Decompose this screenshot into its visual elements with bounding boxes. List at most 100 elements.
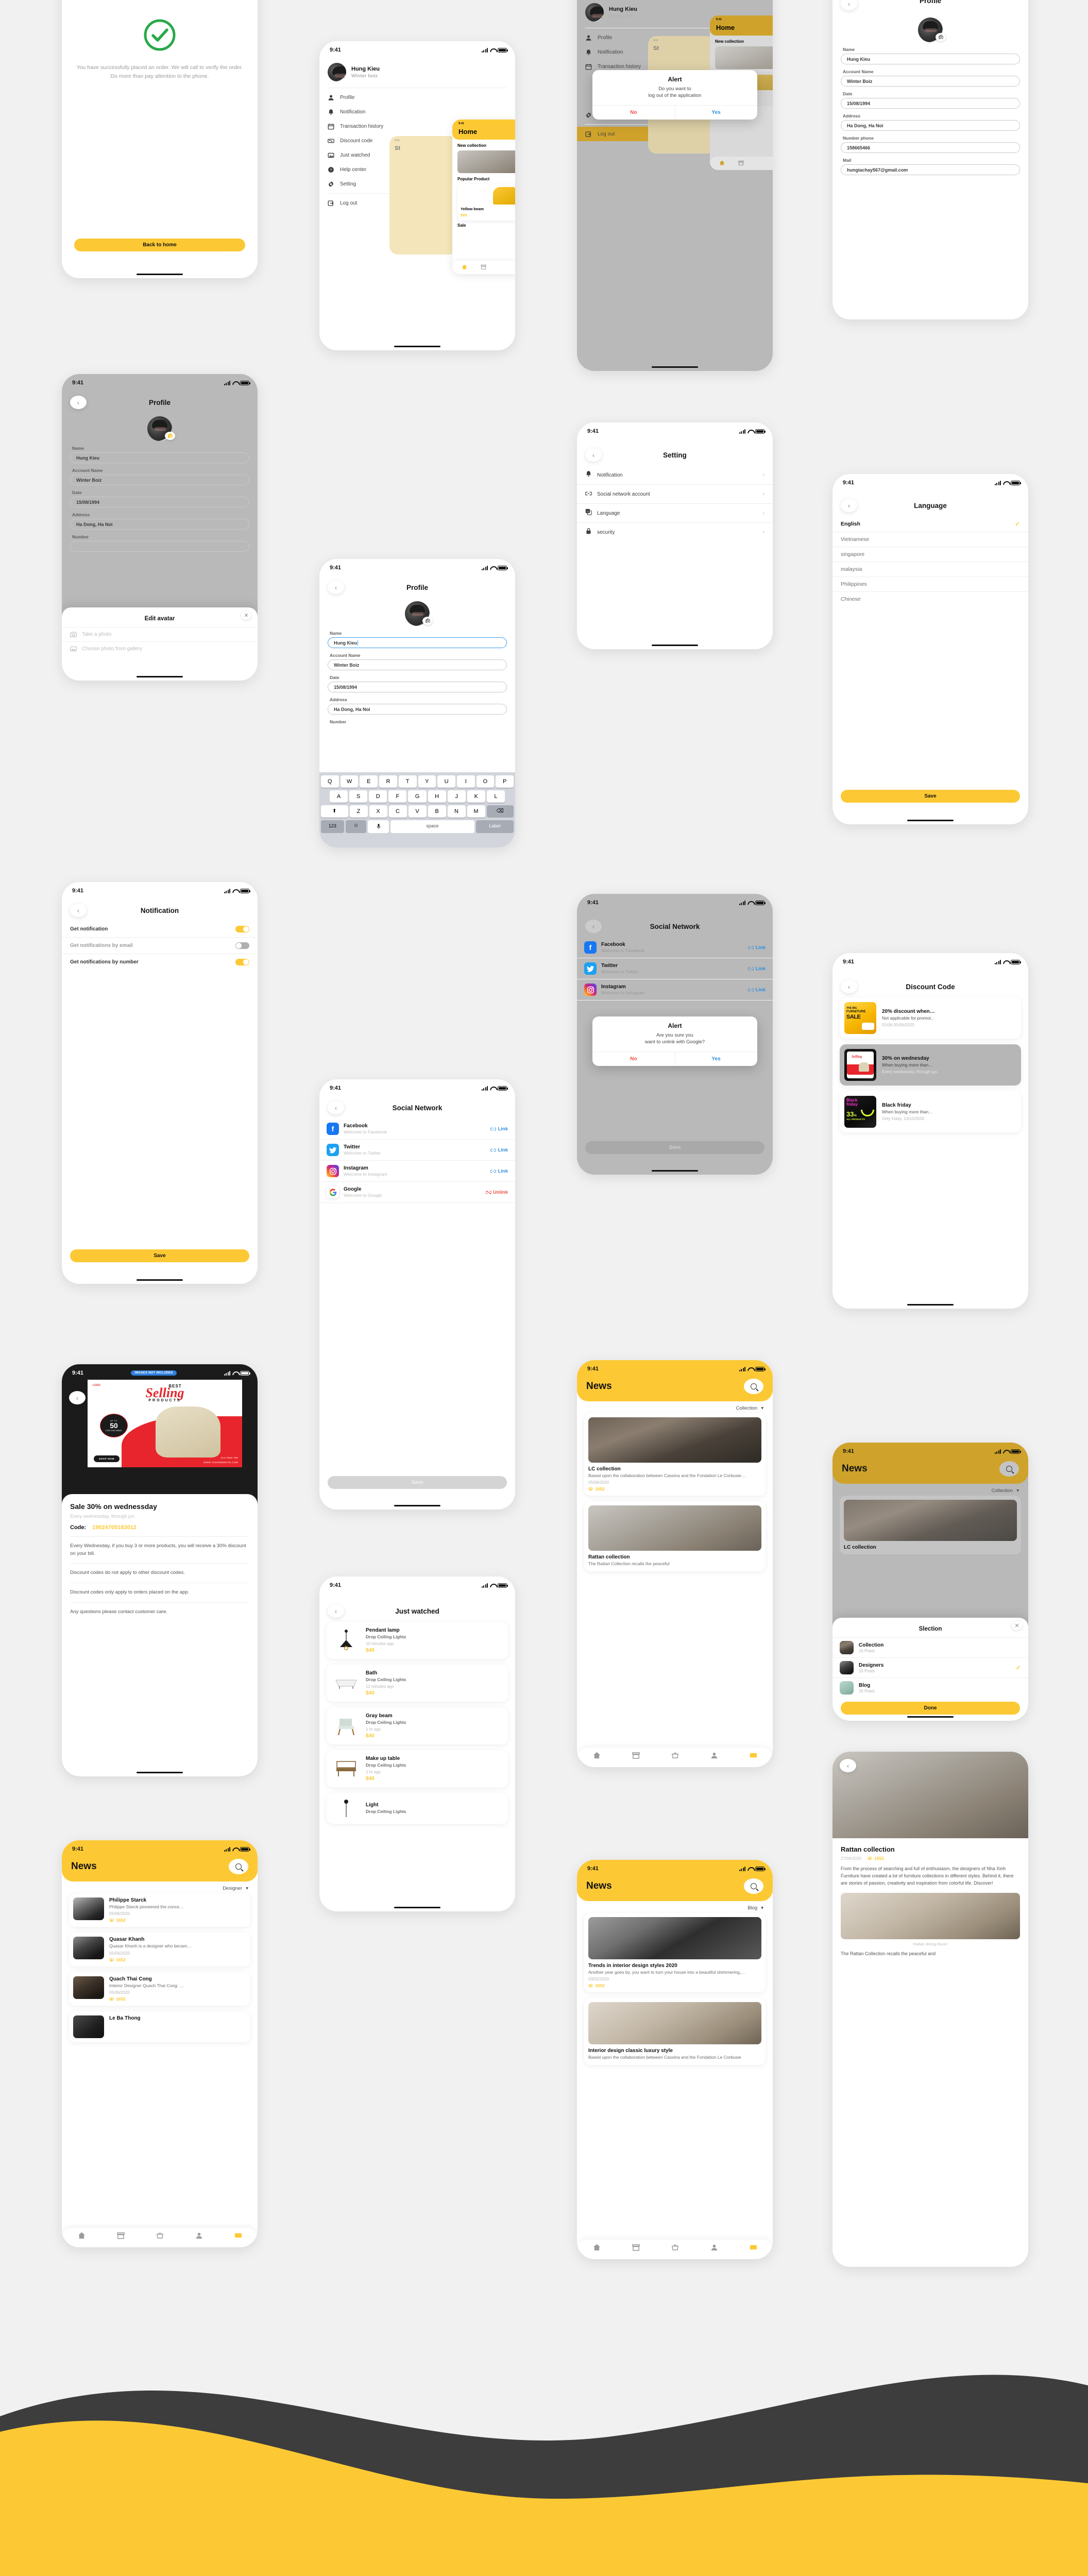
- watched-item[interactable]: Pendant lamp Drop Ceiling Lights 10 minu…: [327, 1622, 508, 1659]
- account-name-field[interactable]: Winter Boiz: [841, 76, 1020, 87]
- save-button[interactable]: Save: [328, 1476, 507, 1489]
- discount-card[interactable]: THE BIG FURNITURE SALE 20% discount when…: [840, 997, 1021, 1039]
- backspace-key[interactable]: ⌫: [486, 805, 514, 818]
- key-y[interactable]: Y: [418, 775, 436, 788]
- watched-item[interactable]: Gray beam Drop Ceiling Lights 1 hr ago $…: [327, 1707, 508, 1744]
- news-card[interactable]: Philippe Starck Philippe Starck pioneere…: [69, 1893, 250, 1927]
- key-o[interactable]: O: [476, 775, 495, 788]
- selection-item-blog[interactable]: Blog 15 Posts: [832, 1677, 1028, 1698]
- back-button[interactable]: ‹: [328, 1101, 344, 1114]
- social-row-instagram[interactable]: Instagram Welcome to Instagram Link: [577, 979, 773, 1001]
- news-card[interactable]: Trends in interior design styles 2020 An…: [584, 1913, 766, 1993]
- link-facebook-button[interactable]: Link: [490, 1126, 508, 1132]
- key-u[interactable]: U: [437, 775, 455, 788]
- change-avatar-button[interactable]: [165, 432, 175, 440]
- key-l[interactable]: L: [486, 790, 505, 803]
- news-card[interactable]: Quach Thai Cong Interior Designer Quach …: [69, 1972, 250, 2006]
- search-button[interactable]: [999, 1461, 1019, 1477]
- unlink-google-button[interactable]: Unlink: [485, 1190, 508, 1195]
- emoji-key[interactable]: ☺: [345, 820, 367, 833]
- account-name-field[interactable]: Winter Boiz: [70, 474, 249, 485]
- news-card[interactable]: LC collection: [840, 1496, 1021, 1554]
- filter-dropdown[interactable]: Collection ▾: [832, 1484, 1028, 1496]
- date-field[interactable]: 15/08/1994: [70, 497, 249, 507]
- save-button[interactable]: Save: [841, 790, 1020, 803]
- alert-no-button[interactable]: No: [592, 1052, 675, 1066]
- notification-row-email[interactable]: Get notifications by email: [62, 938, 258, 954]
- back-button[interactable]: ‹: [70, 396, 87, 409]
- language-item-english[interactable]: English ✓: [832, 516, 1028, 532]
- key-z[interactable]: Z: [349, 805, 368, 818]
- tab-profile[interactable]: [710, 1752, 718, 1759]
- watched-item[interactable]: Bath Drop Ceiling Lights 12 minutes ago …: [327, 1665, 508, 1702]
- back-button[interactable]: ‹: [585, 920, 602, 933]
- link-twitter-button[interactable]: Link: [748, 966, 766, 972]
- key-a[interactable]: A: [330, 790, 348, 803]
- key-d[interactable]: D: [369, 790, 387, 803]
- tab-news[interactable]: [750, 2244, 757, 2251]
- back-button[interactable]: ‹: [840, 1759, 856, 1772]
- notification-row-get[interactable]: Get notification: [62, 921, 258, 938]
- news-card[interactable]: Interior design classic luxury style Bas…: [584, 1998, 766, 2065]
- key-g[interactable]: G: [408, 790, 427, 803]
- tab-home[interactable]: [78, 2232, 86, 2239]
- language-item-singapore[interactable]: singapore: [832, 547, 1028, 562]
- save-button[interactable]: Save: [585, 1141, 764, 1154]
- address-field[interactable]: Ha Dong, Ha Noi: [841, 120, 1020, 131]
- mail-field[interactable]: hungiachay567@gmail.com: [841, 164, 1020, 175]
- news-card[interactable]: LC collection Based upon the collaborati…: [584, 1413, 766, 1496]
- name-field[interactable]: Hung Kieu: [70, 452, 249, 463]
- mic-key[interactable]: [368, 820, 389, 833]
- address-field[interactable]: Ha Dong, Ha Noi: [70, 519, 249, 530]
- back-button[interactable]: ‹: [328, 581, 344, 594]
- back-button[interactable]: ‹: [585, 448, 602, 462]
- save-button[interactable]: Save: [70, 1249, 249, 1262]
- setting-item-social-network[interactable]: Social network account ›: [577, 485, 773, 504]
- shift-key[interactable]: ⬆: [321, 805, 348, 818]
- filter-dropdown[interactable]: Blog ▾: [577, 1901, 773, 1913]
- discount-card[interactable]: Selling 30% on wednesday When buying mor…: [840, 1044, 1021, 1086]
- tab-profile[interactable]: [710, 2244, 718, 2251]
- news-card[interactable]: Le Ba Thong: [69, 2011, 250, 2043]
- language-item-chinese[interactable]: Chinese: [832, 592, 1028, 606]
- done-button[interactable]: Done: [841, 1702, 1020, 1715]
- date-field[interactable]: 15/08/1994: [841, 98, 1020, 109]
- language-item-philippines[interactable]: Philippines: [832, 577, 1028, 592]
- date-field[interactable]: 15/08/1994: [328, 682, 507, 692]
- link-facebook-button[interactable]: Link: [748, 945, 766, 951]
- notification-row-number[interactable]: Get notifications by number: [62, 954, 258, 970]
- menu-item-profile[interactable]: Profile: [319, 90, 515, 105]
- back-button[interactable]: ‹: [69, 1391, 86, 1404]
- news-card[interactable]: Quasar Khanh Quasar Khanh is a designer …: [69, 1933, 250, 1967]
- language-item-malaysia[interactable]: malaysia: [832, 562, 1028, 577]
- tab-cart[interactable]: [671, 1752, 679, 1759]
- search-button[interactable]: [744, 1878, 763, 1894]
- take-photo-option[interactable]: Take a photo: [62, 627, 258, 641]
- key-f[interactable]: F: [388, 790, 407, 803]
- key-p[interactable]: P: [496, 775, 514, 788]
- link-instagram-button[interactable]: Link: [490, 1168, 508, 1174]
- key-h[interactable]: H: [428, 790, 446, 803]
- alert-no-button[interactable]: No: [592, 105, 675, 120]
- setting-item-language[interactable]: A Language ›: [577, 504, 773, 523]
- selection-item-designers[interactable]: Designers 15 Posts ✓: [832, 1657, 1028, 1677]
- peek-tab-store[interactable]: [738, 159, 744, 168]
- link-twitter-button[interactable]: Link: [490, 1147, 508, 1153]
- key-c[interactable]: C: [388, 805, 407, 818]
- drawer-user-block[interactable]: Hung Kieu Winter boiz: [319, 57, 515, 86]
- social-row-facebook[interactable]: f Facebook Welcome to Facebook Link: [577, 937, 773, 958]
- setting-item-security[interactable]: security ›: [577, 523, 773, 541]
- toggle-number-notification[interactable]: [235, 959, 249, 965]
- key-m[interactable]: M: [467, 805, 485, 818]
- key-r[interactable]: R: [379, 775, 397, 788]
- back-button[interactable]: ‹: [841, 0, 857, 10]
- key-w[interactable]: W: [340, 775, 359, 788]
- space-key[interactable]: space: [390, 820, 474, 833]
- alert-yes-button[interactable]: Yes: [675, 106, 757, 120]
- alert-yes-button[interactable]: Yes: [675, 1052, 757, 1066]
- discount-card[interactable]: Black friday 33% ALL PRODUCTS Black frida…: [840, 1091, 1021, 1132]
- filter-dropdown[interactable]: Designer ▾: [62, 1882, 258, 1893]
- search-button[interactable]: [229, 1859, 248, 1874]
- social-row-instagram[interactable]: Instagram Welcome to Instagram Link: [319, 1161, 515, 1182]
- watched-item[interactable]: Make up table Drop Ceiling Lights 1 hr a…: [327, 1750, 508, 1787]
